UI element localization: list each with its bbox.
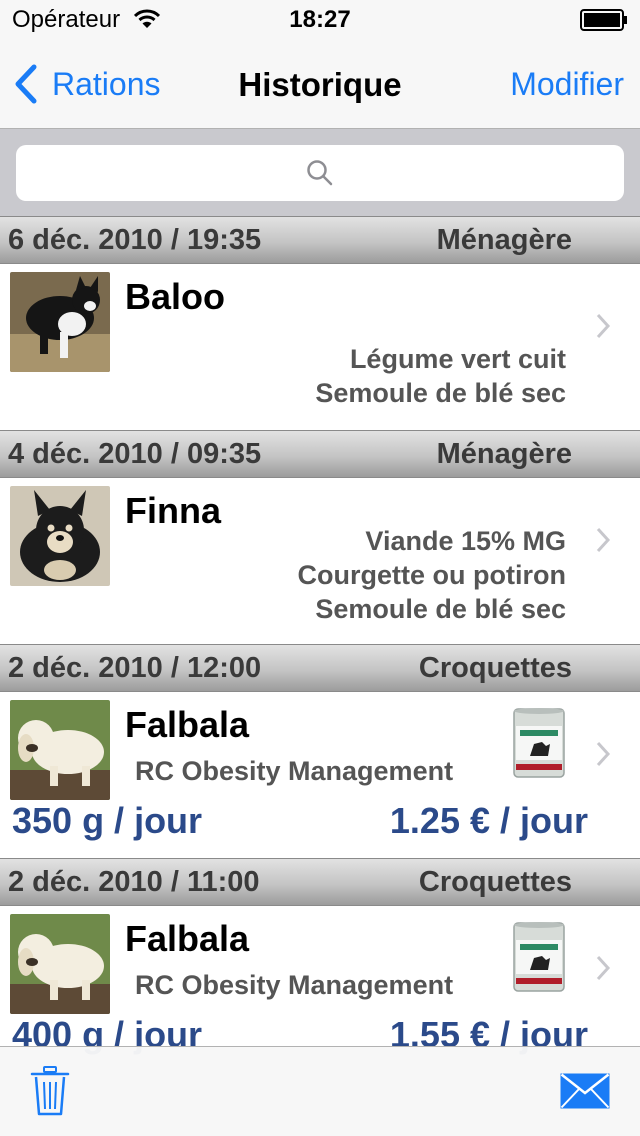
chevron-right-icon xyxy=(596,527,611,553)
battery-icon xyxy=(580,9,627,31)
search-icon xyxy=(307,160,333,186)
section-header: 6 déc. 2010 / 19:35 Ménagère xyxy=(0,216,640,264)
pet-name: Falbala xyxy=(125,704,250,745)
status-time: 18:27 xyxy=(289,6,351,33)
pet-name: Finna xyxy=(125,490,221,531)
navigation-bar: Rations Historique Modifier xyxy=(0,40,640,128)
section-header: 4 déc. 2010 / 09:35 Ménagère xyxy=(0,430,640,478)
chevron-right-icon xyxy=(596,955,611,981)
history-list: 6 déc. 2010 / 19:35 Ménagère Baloo Légum… xyxy=(0,216,640,1072)
chevron-right-icon xyxy=(596,313,611,339)
entry-kind: Croquettes xyxy=(418,866,572,898)
ingredient-list: Viande 15% MG Courgette ou potiron Semou… xyxy=(298,524,566,626)
section-header: 2 déc. 2010 / 12:00 Croquettes xyxy=(0,644,640,692)
history-row[interactable]: Baloo Légume vert cuit Semoule de blé se… xyxy=(0,264,640,430)
entry-kind: Ménagère xyxy=(436,224,572,256)
product-name: RC Obesity Management xyxy=(135,970,454,1000)
history-row[interactable]: Falbala RC Obesity Management 350 g / jo… xyxy=(0,692,640,858)
ingredient-item: Semoule de blé sec xyxy=(315,594,566,624)
mail-icon[interactable] xyxy=(560,1073,610,1109)
status-bar: Opérateur 18:27 xyxy=(0,0,640,40)
ingredient-item: Courgette ou potiron xyxy=(297,560,566,590)
history-row[interactable]: Finna Viande 15% MG Courgette ou potiron… xyxy=(0,478,640,644)
entry-date: 6 déc. 2010 / 19:35 xyxy=(8,224,262,256)
ingredient-list: Légume vert cuit Semoule de blé sec xyxy=(315,342,566,410)
daily-quantity: 350 g / jour xyxy=(12,800,203,841)
entry-kind: Ménagère xyxy=(436,438,572,470)
product-name: RC Obesity Management xyxy=(135,756,454,786)
section-header: 2 déc. 2010 / 11:00 Croquettes xyxy=(0,858,640,906)
ingredient-item: Légume vert cuit xyxy=(349,344,566,374)
entry-date: 2 déc. 2010 / 12:00 xyxy=(8,652,262,684)
daily-price: 1.25 € / jour xyxy=(389,800,588,841)
pet-photo xyxy=(10,700,110,800)
trash-icon[interactable] xyxy=(30,1065,70,1117)
entry-kind: Croquettes xyxy=(418,652,572,684)
search-input[interactable] xyxy=(16,145,624,201)
ingredient-item: Semoule de blé sec xyxy=(315,378,566,408)
product-can-image xyxy=(513,708,565,778)
ingredient-item: Viande 15% MG xyxy=(365,526,566,556)
search-bar xyxy=(0,128,640,216)
pet-photo xyxy=(10,272,110,372)
entry-date: 4 déc. 2010 / 09:35 xyxy=(8,438,262,470)
edit-button[interactable]: Modifier xyxy=(510,66,624,103)
pet-name: Falbala xyxy=(125,918,250,959)
pet-name: Baloo xyxy=(125,276,226,317)
entry-date: 2 déc. 2010 / 11:00 xyxy=(8,866,260,898)
pet-photo xyxy=(10,486,110,586)
product-can-image xyxy=(513,922,565,992)
chevron-right-icon xyxy=(596,741,611,767)
bottom-toolbar xyxy=(0,1046,640,1136)
pet-photo xyxy=(10,914,110,1014)
